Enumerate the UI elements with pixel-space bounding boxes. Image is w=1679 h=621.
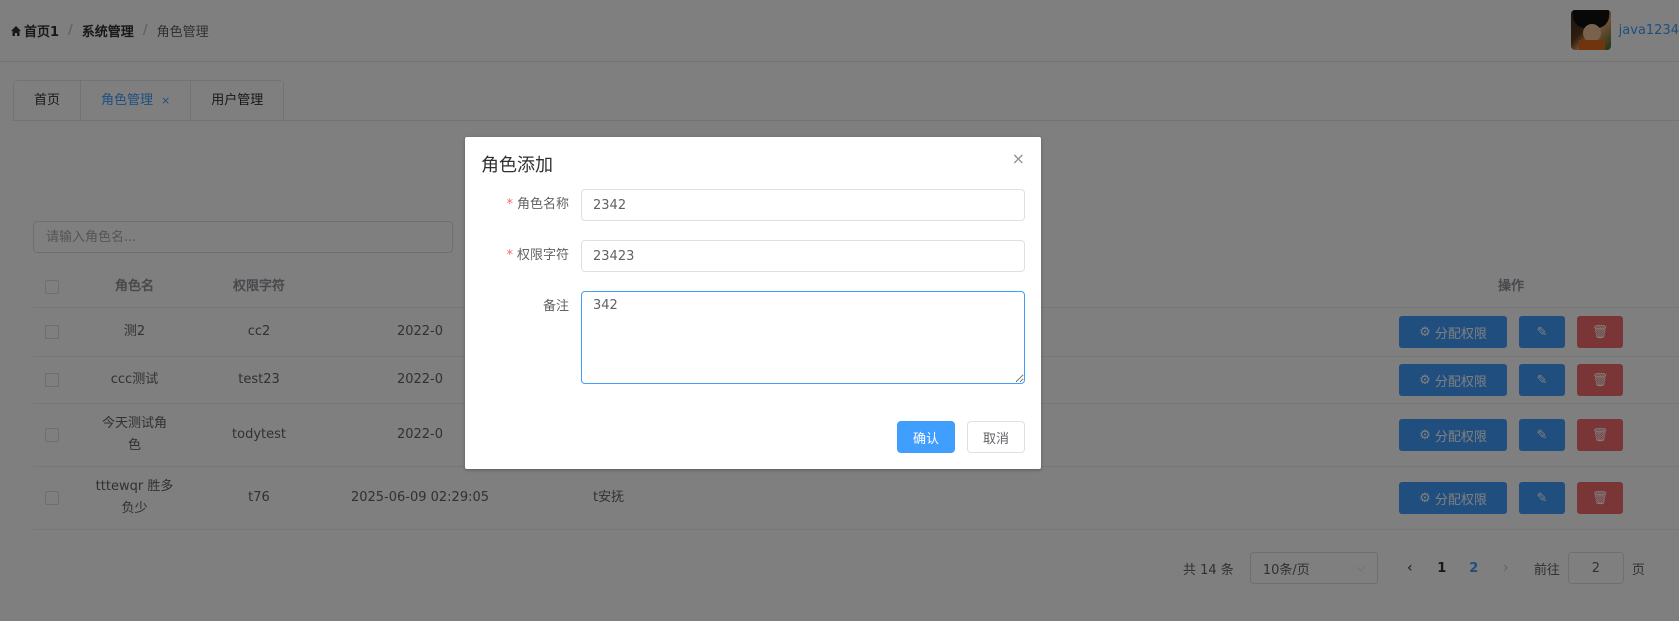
remark-textarea[interactable]: 342 xyxy=(581,291,1025,384)
role-add-dialog: 角色添加 × *角色名称 *权限字符 备注 342 确认 取消 xyxy=(465,137,1041,469)
field-label: 角色名称 xyxy=(516,197,569,212)
close-icon[interactable]: × xyxy=(1012,149,1025,168)
form-item-role-name: * 角色名称 xyxy=(465,189,1041,221)
role-name-input[interactable] xyxy=(581,189,1025,221)
confirm-button[interactable]: 确认 xyxy=(896,421,955,453)
form-item-perm-key: * 权限字符 xyxy=(465,240,1041,272)
field-label: 备注 xyxy=(542,299,569,314)
required-mark: * xyxy=(506,197,513,212)
field-label: 权限字符 xyxy=(516,248,569,263)
cancel-button[interactable]: 取消 xyxy=(966,421,1025,453)
dialog-footer: 确认 取消 xyxy=(896,421,1025,453)
perm-key-input[interactable] xyxy=(581,240,1025,272)
form-item-remark: 备注 342 xyxy=(465,291,1041,384)
dialog-title: 角色添加 xyxy=(481,155,553,176)
required-mark: * xyxy=(506,248,513,263)
